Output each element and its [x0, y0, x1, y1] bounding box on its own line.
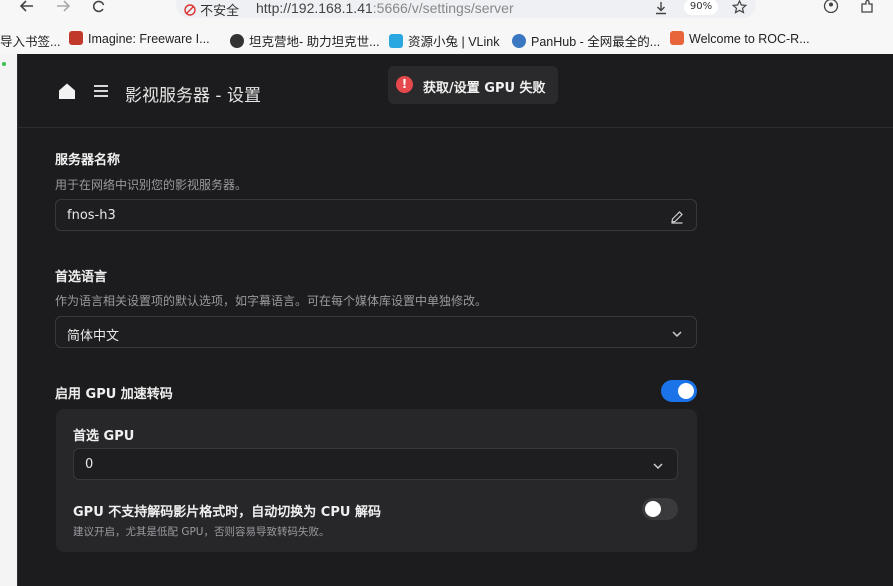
cpu-fallback-toggle[interactable] [642, 498, 678, 520]
no-entry-icon [184, 4, 196, 16]
url-host: http://192.168.1.41 [256, 0, 373, 16]
not-secure-indicator[interactable]: 不安全 [184, 0, 239, 19]
edit-pencil-icon[interactable] [670, 209, 684, 224]
error-icon: ! [396, 76, 413, 93]
url-path: :5666/v/settings/server [372, 0, 514, 16]
profile-icon[interactable] [820, 0, 842, 18]
extensions-icon[interactable] [856, 0, 878, 18]
bookmark-item[interactable]: Imagine: Freeware I... [69, 31, 210, 46]
language-select[interactable]: 简体中文 [55, 316, 697, 348]
gpu-accel-toggle[interactable] [661, 380, 697, 402]
bookmark-favicon [69, 31, 83, 45]
url-text[interactable]: http://192.168.1.41:5666/v/settings/serv… [256, 0, 514, 16]
download-icon[interactable] [654, 0, 668, 19]
preferred-gpu-value: 0 [85, 457, 94, 472]
browser-toolbar: 不安全 http://192.168.1.41:5666/v/settings/… [0, 0, 893, 24]
server-name-description: 用于在网络中识别您的影视服务器。 [55, 178, 248, 192]
home-icon[interactable] [58, 82, 76, 100]
left-edge-strip [0, 54, 17, 586]
server-name-value: fnos-h3 [67, 208, 116, 223]
bookmark-favicon [670, 31, 684, 45]
bookmark-favicon [230, 34, 244, 48]
cpu-fallback-description: 建议开启，尤其是低配 GPU，否则容易导致转码失败。 [73, 526, 330, 538]
forward-arrow-icon[interactable] [52, 0, 74, 18]
bookmark-favicon [512, 34, 526, 48]
language-selected-value: 简体中文 [67, 329, 120, 344]
error-toast: ! 获取/设置 GPU 失败 [388, 66, 558, 104]
zoom-level-badge[interactable]: 90% [684, 0, 718, 15]
toast-message: 获取/设置 GPU 失败 [423, 81, 546, 96]
chevron-down-icon [651, 458, 665, 472]
bookmark-item[interactable]: 坦克营地- 助力坦克世... [230, 31, 380, 50]
bookmark-favicon [389, 34, 403, 48]
language-description: 作为语言相关设置项的默认选项，如字幕语言。可在每个媒体库设置中单独修改。 [55, 294, 488, 308]
chevron-down-icon [670, 326, 684, 340]
hamburger-menu-icon[interactable] [93, 83, 109, 97]
bookmark-item[interactable]: PanHub - 全网最全的... [512, 31, 660, 50]
reload-icon[interactable] [88, 0, 110, 18]
cpu-fallback-label: GPU 不支持解码影片格式时，自动切换为 CPU 解码 [73, 505, 381, 520]
status-dot [2, 62, 6, 66]
address-bar[interactable]: 不安全 http://192.168.1.41:5666/v/settings/… [176, 0, 756, 19]
gpu-accel-label: 启用 GPU 加速转码 [55, 387, 173, 402]
bookmark-item[interactable]: Welcome to ROC-R... [670, 31, 810, 46]
gpu-options-panel: 首选 GPU 0 GPU 不支持解码影片格式时，自动切换为 CPU 解码 建议开… [56, 409, 697, 552]
not-secure-label: 不安全 [200, 4, 240, 19]
page-title: 影视服务器 - 设置 [125, 86, 261, 106]
app-window: 影视服务器 - 设置 ! 获取/设置 GPU 失败 服务器名称 用于在网络中识别… [17, 54, 893, 586]
bookmarks-bar: 导入书签... Imagine: Freeware I... 坦克营地- 助力坦… [0, 28, 893, 50]
browser-chrome: 不安全 http://192.168.1.41:5666/v/settings/… [0, 0, 893, 54]
bookmark-item[interactable]: 资源小兔 | VLink [389, 31, 499, 50]
back-arrow-icon[interactable] [16, 0, 38, 18]
favorite-star-icon[interactable] [731, 0, 748, 18]
bookmark-item[interactable]: 导入书签... [0, 31, 60, 50]
language-label: 首选语言 [55, 270, 108, 285]
server-name-field[interactable]: fnos-h3 [55, 199, 697, 231]
toggle-knob [678, 383, 694, 399]
app-header: 影视服务器 - 设置 ! 获取/设置 GPU 失败 [18, 54, 893, 128]
preferred-gpu-select[interactable]: 0 [73, 448, 678, 480]
preferred-gpu-label: 首选 GPU [73, 429, 135, 444]
toggle-knob [645, 501, 661, 517]
server-name-label: 服务器名称 [55, 153, 121, 168]
